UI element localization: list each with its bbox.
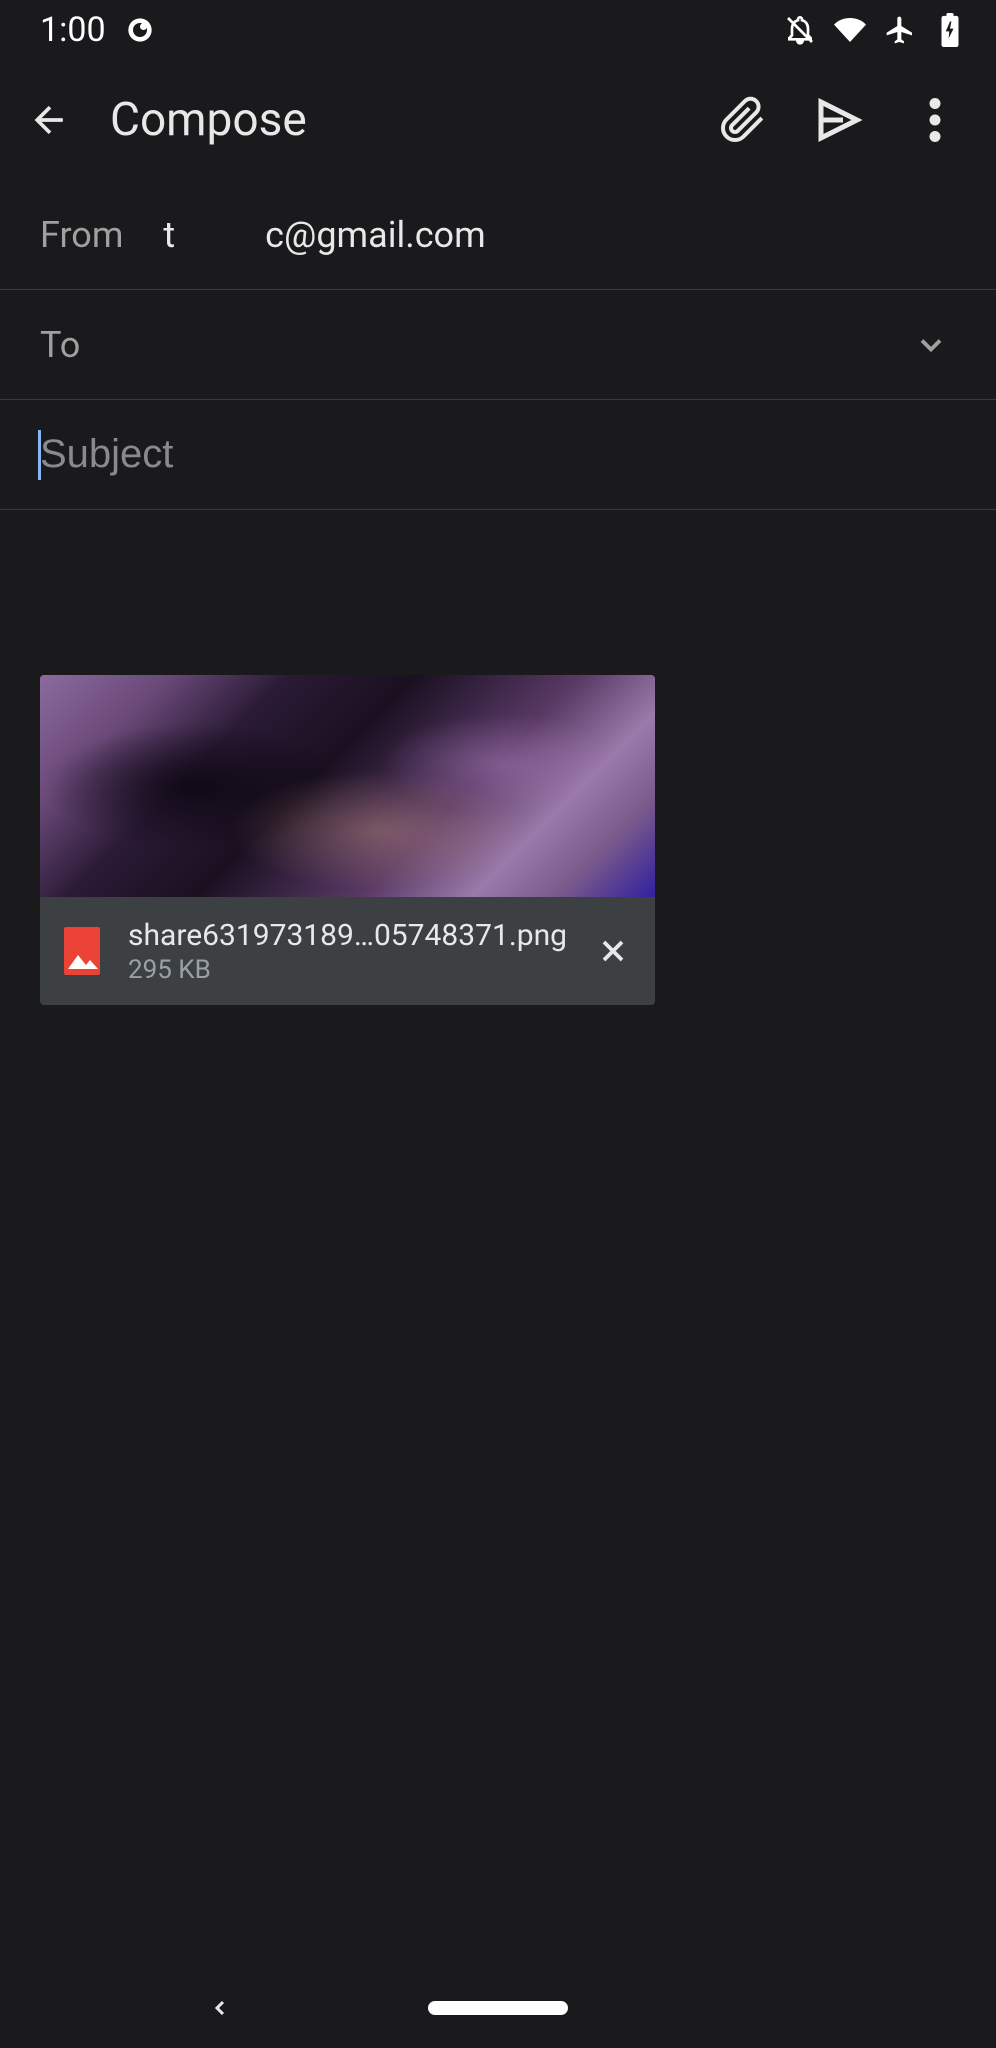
airplane-mode-icon xyxy=(884,14,916,46)
expand-recipients-button[interactable] xyxy=(906,320,956,370)
status-time: 1:00 xyxy=(40,10,106,50)
from-value-part1: t xyxy=(163,214,175,256)
system-nav-bar xyxy=(0,1968,996,2048)
body-area[interactable]: share631973189…05748371.png 295 KB xyxy=(0,510,996,1045)
image-file-icon xyxy=(64,927,100,975)
battery-charging-icon xyxy=(934,14,966,46)
nav-back-button[interactable] xyxy=(205,1993,235,2023)
text-cursor xyxy=(38,430,41,480)
attachment-card: share631973189…05748371.png 295 KB xyxy=(40,675,655,1005)
page-title: Compose xyxy=(110,93,688,147)
from-value: t c@gmail.com xyxy=(163,214,485,256)
app-actions xyxy=(718,95,976,145)
subject-input[interactable] xyxy=(40,432,956,477)
dnd-off-icon xyxy=(784,14,816,46)
attachment-details: share631973189…05748371.png 295 KB xyxy=(128,918,567,985)
send-button[interactable] xyxy=(814,95,864,145)
subject-row xyxy=(0,400,996,510)
from-label: From xyxy=(40,214,123,256)
from-value-part2: c@gmail.com xyxy=(265,214,485,256)
to-row[interactable]: To xyxy=(0,290,996,400)
status-left: 1:00 xyxy=(40,10,156,50)
status-right xyxy=(784,14,966,46)
attachment-preview[interactable] xyxy=(40,675,655,897)
back-button[interactable] xyxy=(20,90,80,150)
app-bar: Compose xyxy=(0,60,996,180)
from-row[interactable]: From t c@gmail.com xyxy=(0,180,996,290)
wifi-icon xyxy=(834,14,866,46)
status-bar: 1:00 xyxy=(0,0,996,60)
nav-home-pill[interactable] xyxy=(428,2001,568,2015)
attach-button[interactable] xyxy=(718,95,768,145)
remove-attachment-button[interactable] xyxy=(595,931,631,971)
attachment-filesize: 295 KB xyxy=(128,955,567,985)
attachment-filename: share631973189…05748371.png xyxy=(128,918,567,953)
app-notification-icon xyxy=(124,14,156,46)
to-label: To xyxy=(40,324,906,366)
attachment-info: share631973189…05748371.png 295 KB xyxy=(40,897,655,1005)
more-options-button[interactable] xyxy=(910,95,960,145)
